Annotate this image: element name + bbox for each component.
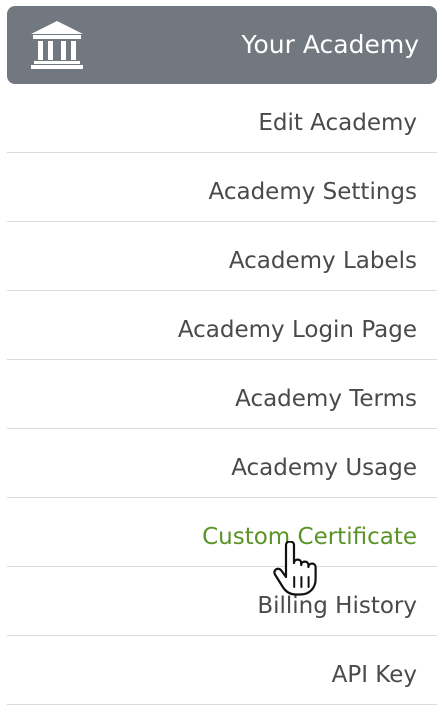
menu-item-edit-academy[interactable]: Edit Academy: [7, 84, 437, 153]
menu-item-label: Academy Terms: [235, 386, 417, 412]
menu-item-custom-certificate[interactable]: Custom Certificate: [7, 498, 437, 567]
menu-header: Your Academy: [7, 6, 437, 84]
menu-item-label: Academy Labels: [228, 248, 417, 274]
academy-menu-panel: Your Academy Edit Academy Academy Settin…: [0, 0, 442, 718]
menu-list: Edit Academy Academy Settings Academy La…: [7, 84, 437, 705]
menu-item-label: Academy Settings: [208, 179, 417, 205]
menu-item-label: Billing History: [257, 593, 417, 619]
menu-item-label: Academy Login Page: [177, 317, 417, 343]
menu-item-academy-settings[interactable]: Academy Settings: [7, 153, 437, 222]
menu-item-academy-terms[interactable]: Academy Terms: [7, 360, 437, 429]
menu-item-label: API Key: [331, 662, 417, 688]
menu-item-academy-login-page[interactable]: Academy Login Page: [7, 291, 437, 360]
menu-item-label: Custom Certificate: [202, 524, 417, 550]
bank-icon: [31, 21, 83, 69]
menu-item-label: Edit Academy: [258, 110, 417, 136]
menu-item-academy-usage[interactable]: Academy Usage: [7, 429, 437, 498]
menu-item-label: Academy Usage: [231, 455, 417, 481]
menu-item-academy-labels[interactable]: Academy Labels: [7, 222, 437, 291]
menu-item-billing-history[interactable]: Billing History: [7, 567, 437, 636]
header-title: Your Academy: [241, 30, 419, 59]
menu-item-api-key[interactable]: API Key: [7, 636, 437, 705]
